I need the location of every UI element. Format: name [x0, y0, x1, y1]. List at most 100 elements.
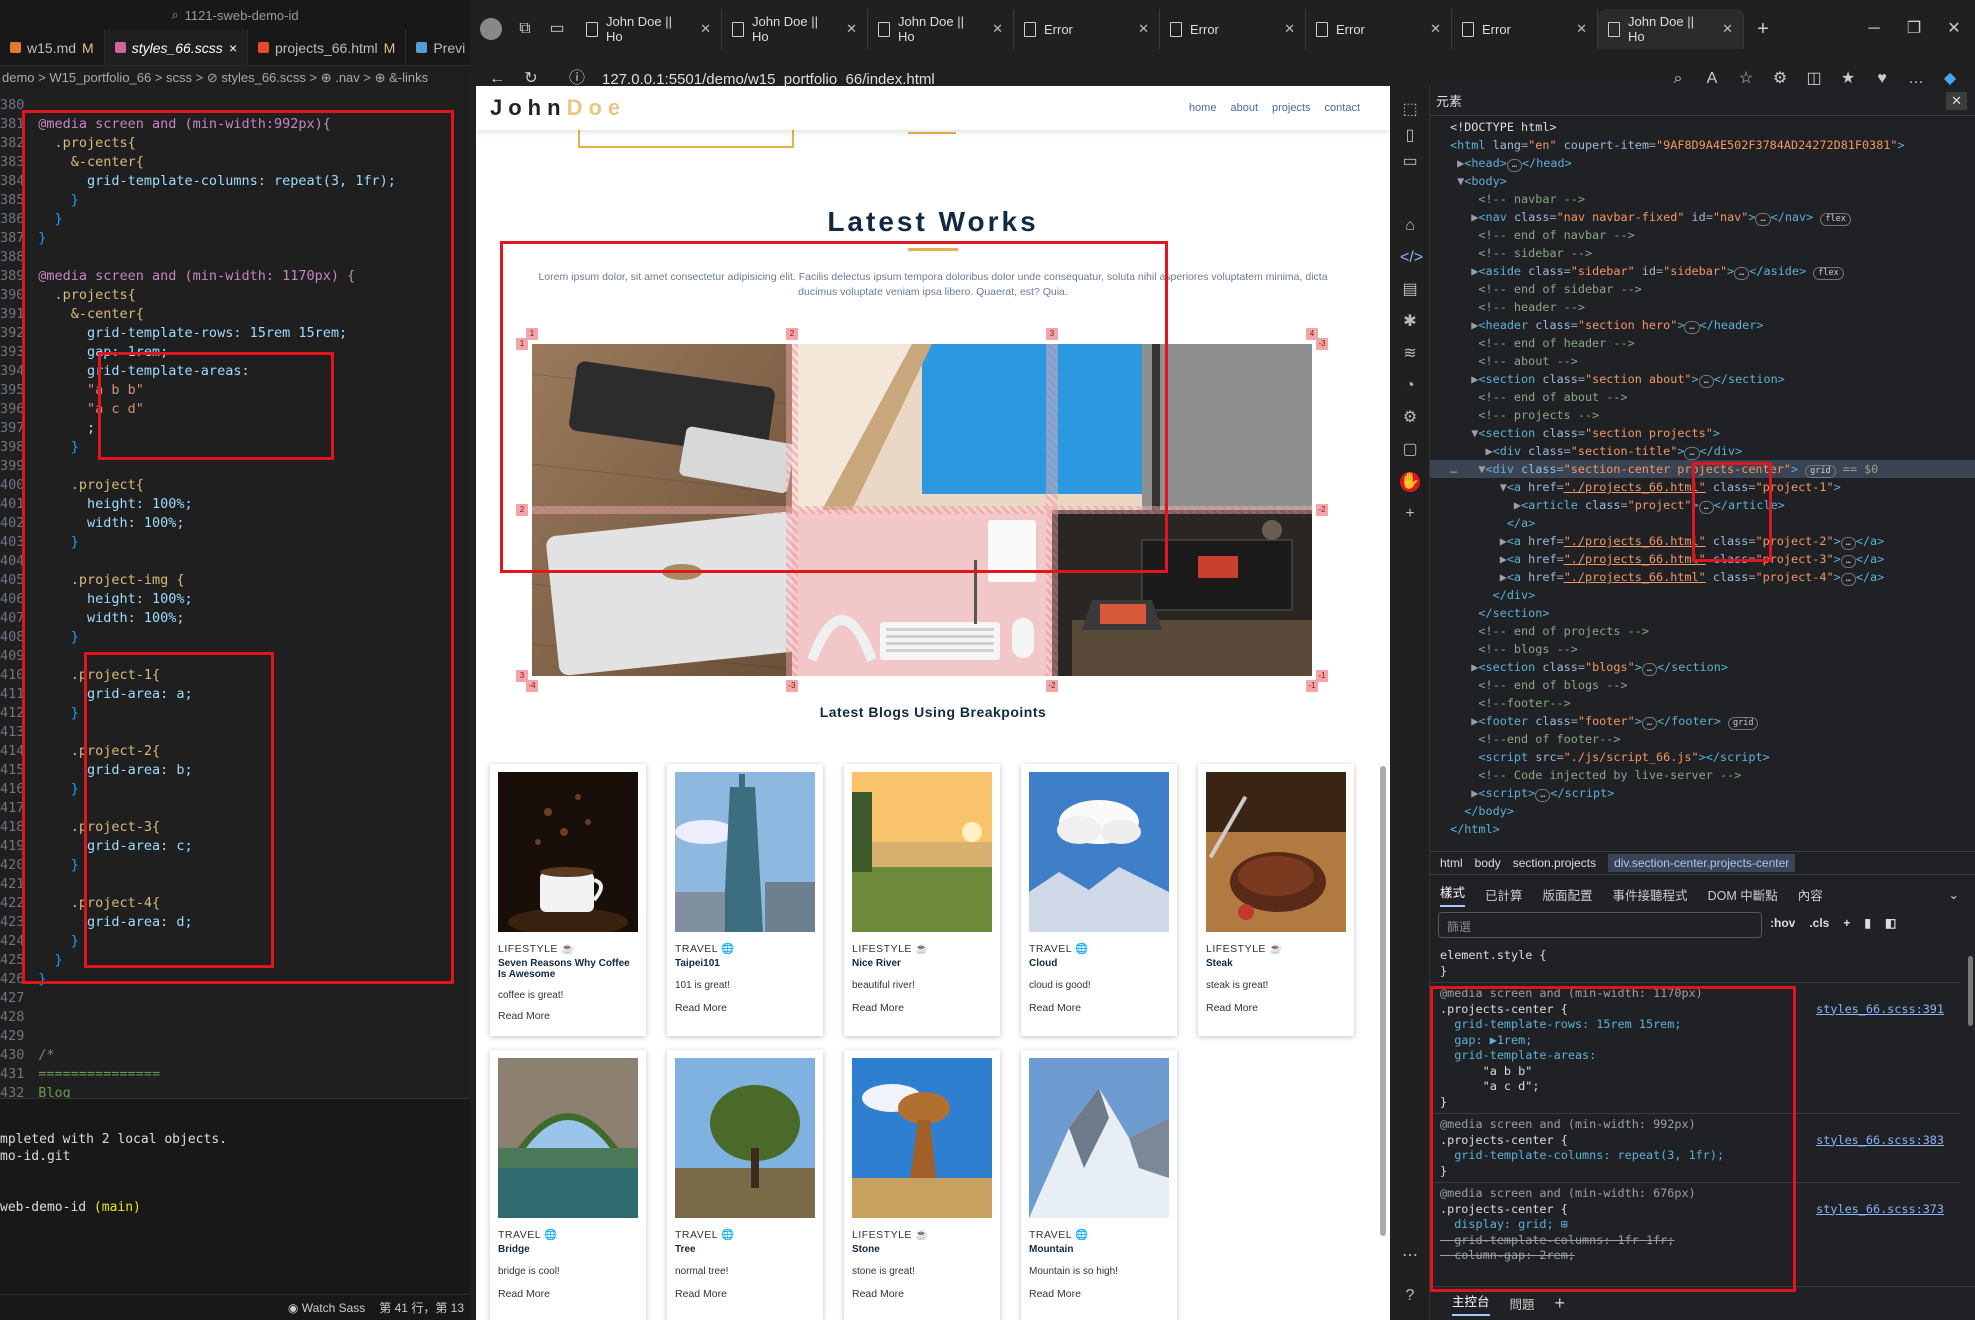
code-line[interactable]: 398 }	[0, 438, 470, 457]
close-tab-icon[interactable]: ✕	[1576, 21, 1587, 37]
styles-pane[interactable]: element.style {} @media screen and (min-w…	[1430, 948, 1960, 1264]
dom-node[interactable]: <html lang="en" coupert-item="9AF8D9A4E5…	[1430, 136, 1975, 154]
dom-node[interactable]: ▼<a href="./projects_66.html" class="pro…	[1430, 478, 1975, 496]
dom-node[interactable]: <!-- Code injected by live-server -->	[1430, 766, 1975, 784]
dom-breadcrumb-item[interactable]: section.projects	[1513, 856, 1596, 870]
code-line[interactable]: 418 .project-3{	[0, 818, 470, 837]
code-line[interactable]: 405 .project-img {	[0, 571, 470, 590]
styles-subtab[interactable]: DOM 中斷點	[1708, 885, 1778, 904]
close-tab-icon[interactable]: ✕	[1722, 21, 1733, 37]
code-line[interactable]: 426 }	[0, 970, 470, 989]
dom-tree[interactable]: <!DOCTYPE html> <html lang="en" coupert-i…	[1430, 118, 1975, 838]
css-line[interactable]: grid-template-columns: 1fr 1fr;	[1430, 1233, 1960, 1249]
application-icon[interactable]: ▢	[1400, 440, 1420, 460]
code-line[interactable]: 399	[0, 457, 470, 476]
dom-node[interactable]: </html>	[1430, 820, 1975, 838]
dom-node[interactable]: ▶<a href="./projects_66.html" class="pro…	[1430, 532, 1975, 550]
close-tab-icon[interactable]: ✕	[1138, 21, 1149, 37]
project-3[interactable]	[792, 510, 1052, 676]
read-more-link[interactable]: Read More	[498, 1288, 550, 1300]
new-tab-icon[interactable]: +	[1754, 19, 1772, 39]
read-more-link[interactable]: Read More	[1029, 1002, 1081, 1014]
code-line[interactable]: 409	[0, 647, 470, 666]
performance-icon[interactable]: ◔	[1400, 376, 1420, 396]
profile-avatar[interactable]	[480, 18, 502, 40]
hov-toggle[interactable]: :hov	[1770, 916, 1795, 930]
dom-node[interactable]: ▶<script>… </script>	[1430, 784, 1975, 802]
styles-subtab[interactable]: 已計算	[1485, 885, 1523, 904]
dom-node[interactable]: <!-- navbar -->	[1430, 190, 1975, 208]
nav-link-home[interactable]: home	[1189, 102, 1217, 114]
css-line[interactable]: gap: ▶1rem;	[1430, 1033, 1960, 1049]
page-scrollbar[interactable]	[1380, 766, 1386, 1236]
dom-node[interactable]: <script src="./js/script_66.js"></script…	[1430, 748, 1975, 766]
close-icon[interactable]: ✕	[1946, 91, 1967, 110]
code-line[interactable]: 424 }	[0, 932, 470, 951]
browser-tab[interactable]: John Doe || Ho ✕	[868, 9, 1014, 49]
dom-node[interactable]: </body>	[1430, 802, 1975, 820]
issues-icon[interactable]: ✋	[1400, 472, 1420, 492]
add-drawer-tab-icon[interactable]: +	[1555, 1293, 1566, 1314]
code-line[interactable]: 386 }	[0, 210, 470, 229]
styles-subtab[interactable]: 內容	[1798, 885, 1823, 904]
css-line[interactable]: .projects-center {styles_66.scss:391	[1430, 1002, 1960, 1018]
close-tab-icon[interactable]: ✕	[700, 21, 711, 37]
dom-node[interactable]: <!-- end of projects -->	[1430, 622, 1975, 640]
code-line[interactable]: 417	[0, 799, 470, 818]
code-line[interactable]: 390 .projects{	[0, 286, 470, 305]
logo[interactable]: JohnDoe	[490, 95, 626, 121]
maximize-icon[interactable]: ❐	[1905, 20, 1923, 38]
dom-node[interactable]: ▶<section class="blogs">… </section>	[1430, 658, 1975, 676]
styles-subtab[interactable]: 版面配置	[1543, 885, 1593, 904]
browser-tab[interactable]: Error ✕	[1306, 9, 1452, 49]
blog-card[interactable]: TRAVEL 🌐 Mountain Mountain is so high! Read…	[1021, 1050, 1177, 1320]
read-more-link[interactable]: Read More	[675, 1288, 727, 1300]
code-line[interactable]: 407 width: 100%;	[0, 609, 470, 628]
settings-gear-icon[interactable]: ⚙	[1400, 408, 1420, 428]
css-line[interactable]: display: grid; ⊞	[1430, 1217, 1960, 1233]
css-line[interactable]: @media screen and (min-width: 1170px)	[1430, 986, 1960, 1002]
close-tab-icon[interactable]: ✕	[1430, 21, 1441, 37]
blog-card[interactable]: TRAVEL 🌐 Taipei101 101 is great! Read More	[667, 764, 823, 1036]
blog-card[interactable]: LIFESTYLE ☕ Seven Reasons Why Coffee Is A…	[490, 764, 646, 1036]
debugger-icon[interactable]: ✱	[1400, 312, 1420, 332]
dom-breadcrumb-item[interactable]: html	[1440, 856, 1463, 870]
css-line[interactable]: element.style {	[1430, 948, 1960, 964]
dom-node[interactable]: </div>	[1430, 586, 1975, 604]
code-line[interactable]: 419 grid-area: c;	[0, 837, 470, 856]
dom-node[interactable]: <!-- end of about -->	[1430, 388, 1975, 406]
read-more-link[interactable]: Read More	[1206, 1002, 1258, 1014]
code-line[interactable]: 395 "a b b"	[0, 381, 470, 400]
dom-node[interactable]: ▼<body>	[1430, 172, 1975, 190]
dom-node[interactable]: ▶<nav class="nav navbar-fixed" id="nav">…	[1430, 208, 1975, 226]
close-icon[interactable]: ×	[229, 40, 237, 56]
css-line[interactable]: }	[1430, 1095, 1960, 1111]
code-line[interactable]: 388	[0, 248, 470, 267]
read-more-link[interactable]: Read More	[852, 1288, 904, 1300]
console-icon[interactable]: ▤	[1400, 280, 1420, 300]
css-line[interactable]: grid-template-columns: repeat(3, 1fr);	[1430, 1148, 1960, 1164]
paint-icon[interactable]: ▮	[1864, 916, 1871, 930]
code-line[interactable]: 429	[0, 1027, 470, 1046]
project-4[interactable]	[1052, 510, 1312, 676]
blog-card[interactable]: LIFESTYLE ☕ Nice River beautiful river! Rea…	[844, 764, 1000, 1036]
code-line[interactable]: 416 }	[0, 780, 470, 799]
dom-node[interactable]: <!-- about -->	[1430, 352, 1975, 370]
code-line[interactable]: 394 grid-template-areas:	[0, 362, 470, 381]
dom-node[interactable]: ▶<footer class="footer">… </footer> grid	[1430, 712, 1975, 730]
code-line[interactable]: 413	[0, 723, 470, 742]
url-field[interactable]: 127.0.0.1:5501/demo/w15_portfolio_66/ind…	[602, 71, 935, 88]
browser-tab[interactable]: John Doe || Ho ✕	[1598, 9, 1744, 49]
tab-projects-html[interactable]: projects_66.html M	[248, 30, 407, 65]
code-line[interactable]: 422 .project-4{	[0, 894, 470, 913]
code-line[interactable]: 381 @media screen and (min-width:992px){	[0, 115, 470, 134]
code-line[interactable]: 397 ;	[0, 419, 470, 438]
code-line[interactable]: 420 }	[0, 856, 470, 875]
code-line[interactable]: 414 .project-2{	[0, 742, 470, 761]
code-line[interactable]: 425 }	[0, 951, 470, 970]
read-more-link[interactable]: Read More	[675, 1002, 727, 1014]
workspaces-icon[interactable]: ⧉	[516, 20, 534, 38]
read-more-link[interactable]: Read More	[1029, 1288, 1081, 1300]
dom-node[interactable]: ▶<a href="./projects_66.html" class="pro…	[1430, 550, 1975, 568]
blog-card[interactable]: TRAVEL 🌐 Tree normal tree! Read More	[667, 1050, 823, 1320]
